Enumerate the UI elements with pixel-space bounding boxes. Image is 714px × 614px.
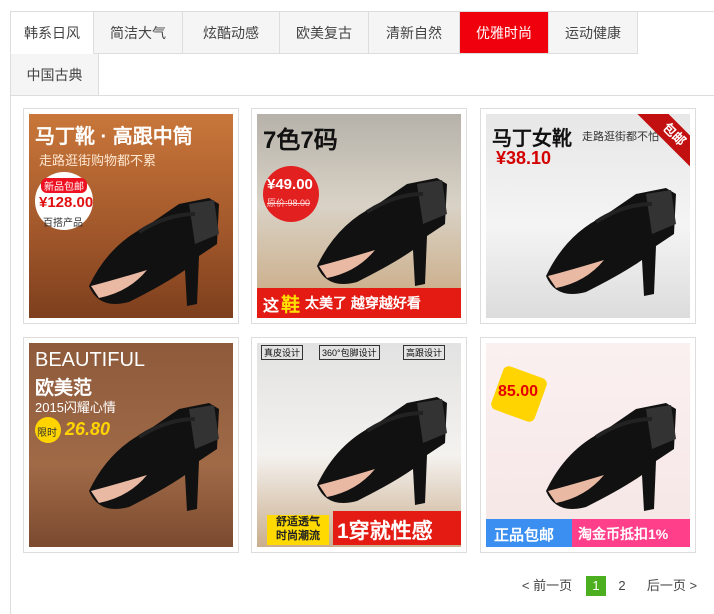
next-page-link[interactable]: 后一页 > — [642, 576, 702, 596]
page-number-current[interactable]: 1 — [586, 576, 606, 596]
product-card[interactable]: 马丁靴 · 高跟中筒 走路逛街购物都不累 新品包邮 ¥128.00 百搭产品 — [23, 108, 239, 324]
banner-part-a: 这 — [263, 298, 280, 315]
product-subline: 走路逛街购物都不累 — [39, 153, 157, 168]
banner-left: 正品包邮 — [494, 527, 555, 544]
tab-sport[interactable]: 运动健康 — [549, 12, 638, 54]
badge-label: 限时 — [37, 428, 57, 439]
banner-right: 淘金币抵扣1% — [578, 526, 669, 542]
shoe-image — [89, 198, 219, 306]
tab-simple[interactable]: 简洁大气 — [94, 12, 183, 54]
product-image: 85.00 正品包邮 淘金币抵扣1% — [486, 343, 690, 547]
product-headline: 7色7码 — [263, 127, 338, 154]
banner-left: 舒适透气 时尚潮流 — [276, 516, 320, 542]
tab-fresh[interactable]: 清新自然 — [369, 12, 460, 54]
product-card[interactable]: 7色7码 ¥49.00 原价:98.00 这 鞋 太美了 越穿越好看 — [251, 108, 467, 324]
feature-tag: 真皮设计 — [261, 345, 304, 360]
product-subline: 走路逛街都不怕 — [582, 131, 659, 143]
product-headline: 马丁靴 · 高跟中筒 — [35, 126, 193, 148]
product-card[interactable]: 85.00 正品包邮 淘金币抵扣1% — [480, 337, 696, 553]
tab-chinese-classic[interactable]: 中国古典 — [10, 54, 99, 96]
product-image: 真皮设计 360°包脚设计 高跟设计 舒适透气 时尚潮流 1穿就性感 — [257, 343, 461, 547]
shoe-image — [89, 403, 219, 511]
product-card[interactable]: BEAUTIFUL 欧美范 2015闪耀心情 限时 26.80 — [23, 337, 239, 553]
tab-retro[interactable]: 欧美复古 — [280, 12, 369, 54]
product-card[interactable]: 马丁女靴 走路逛街都不怕 ¥38.10 包邮 — [480, 108, 696, 324]
shoe-image — [546, 188, 676, 296]
product-image: 马丁靴 · 高跟中筒 走路逛街购物都不累 新品包邮 ¥128.00 百搭产品 — [29, 114, 233, 318]
page-number[interactable]: 2 — [612, 576, 632, 596]
feature-tag: 360°包脚设计 — [319, 345, 380, 360]
product-image: 7色7码 ¥49.00 原价:98.00 这 鞋 太美了 越穿越好看 — [257, 114, 461, 318]
banner-part-b: 鞋 — [281, 295, 301, 316]
product-headline: 马丁女靴 — [492, 128, 572, 150]
feature-tag: 高跟设计 — [403, 345, 446, 360]
tab-elegant[interactable]: 优雅时尚 — [460, 12, 549, 54]
product-card[interactable]: 真皮设计 360°包脚设计 高跟设计 舒适透气 时尚潮流 1穿就性感 — [251, 337, 467, 553]
page: 韩系日风 简洁大气 炫酷动感 欧美复古 清新自然 优雅时尚 运动健康 中国古典 … — [0, 0, 714, 614]
shoe-image — [317, 397, 447, 505]
prev-page-link[interactable]: < 前一页 — [518, 576, 576, 596]
banner-part-c: 太美了 越穿越好看 — [305, 295, 421, 311]
shoe-image — [546, 403, 676, 511]
tab-korean-japanese[interactable]: 韩系日风 — [10, 12, 94, 54]
product-image: 马丁女靴 走路逛街都不怕 ¥38.10 包邮 — [486, 114, 690, 318]
shoe-image — [317, 178, 447, 286]
product-headline: BEAUTIFUL — [35, 349, 146, 371]
tab-cool[interactable]: 炫酷动感 — [183, 12, 280, 54]
banner-right: 1穿就性感 — [337, 520, 433, 543]
product-image: BEAUTIFUL 欧美范 2015闪耀心情 限时 26.80 — [29, 343, 233, 547]
style-tabs: 韩系日风 简洁大气 炫酷动感 欧美复古 清新自然 优雅时尚 运动健康 中国古典 — [10, 11, 714, 96]
